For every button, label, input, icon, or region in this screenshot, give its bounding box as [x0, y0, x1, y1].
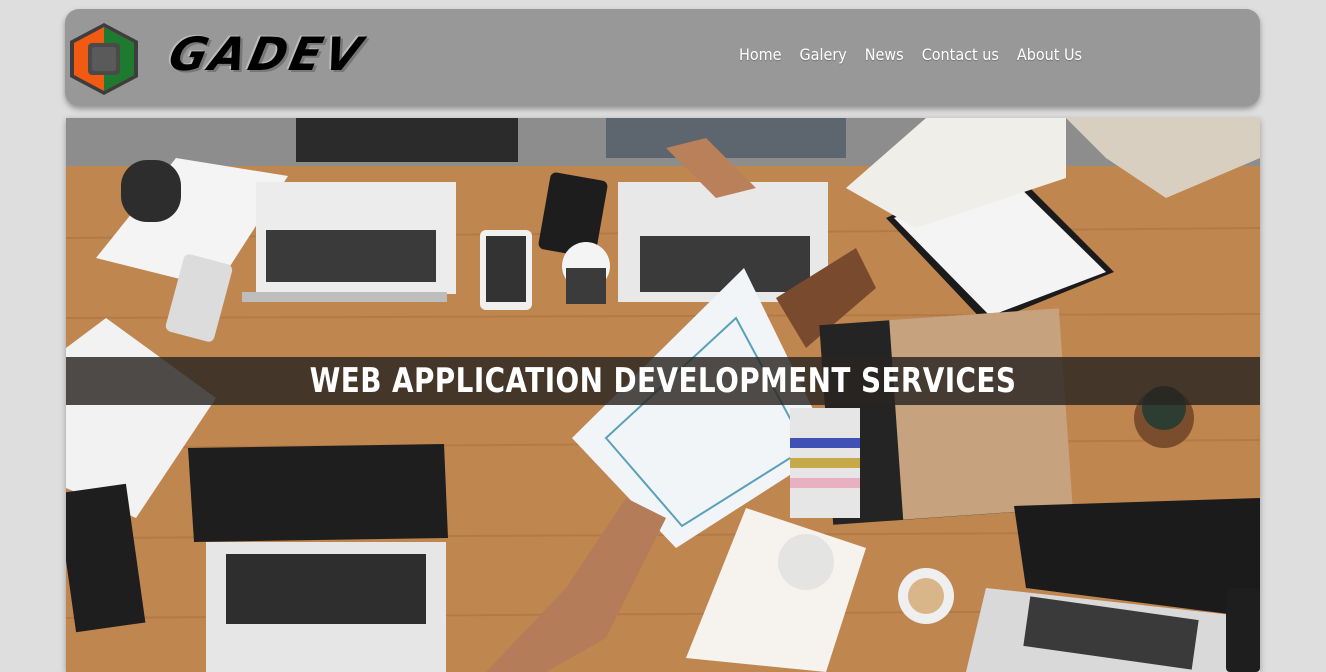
hexagon-logo-icon[interactable]	[68, 21, 140, 97]
hero-title: WEB APPLICATION DEVELOPMENT SERVICES	[309, 361, 1017, 401]
site-header: GADEV Home Galery News Contact us About …	[65, 9, 1260, 106]
nav-home[interactable]: Home	[739, 45, 782, 64]
nav-news[interactable]: News	[865, 45, 904, 64]
nav-about-us[interactable]: About Us	[1017, 45, 1082, 64]
main-nav: Home Galery News Contact us About Us	[739, 45, 1082, 64]
brand-name[interactable]: GADEV	[164, 27, 369, 81]
nav-galery[interactable]: Galery	[800, 45, 847, 64]
nav-contact-us[interactable]: Contact us	[922, 45, 999, 64]
hero-section: WEB APPLICATION DEVELOPMENT SERVICES	[66, 118, 1260, 672]
hero-banner: WEB APPLICATION DEVELOPMENT SERVICES	[66, 357, 1260, 405]
